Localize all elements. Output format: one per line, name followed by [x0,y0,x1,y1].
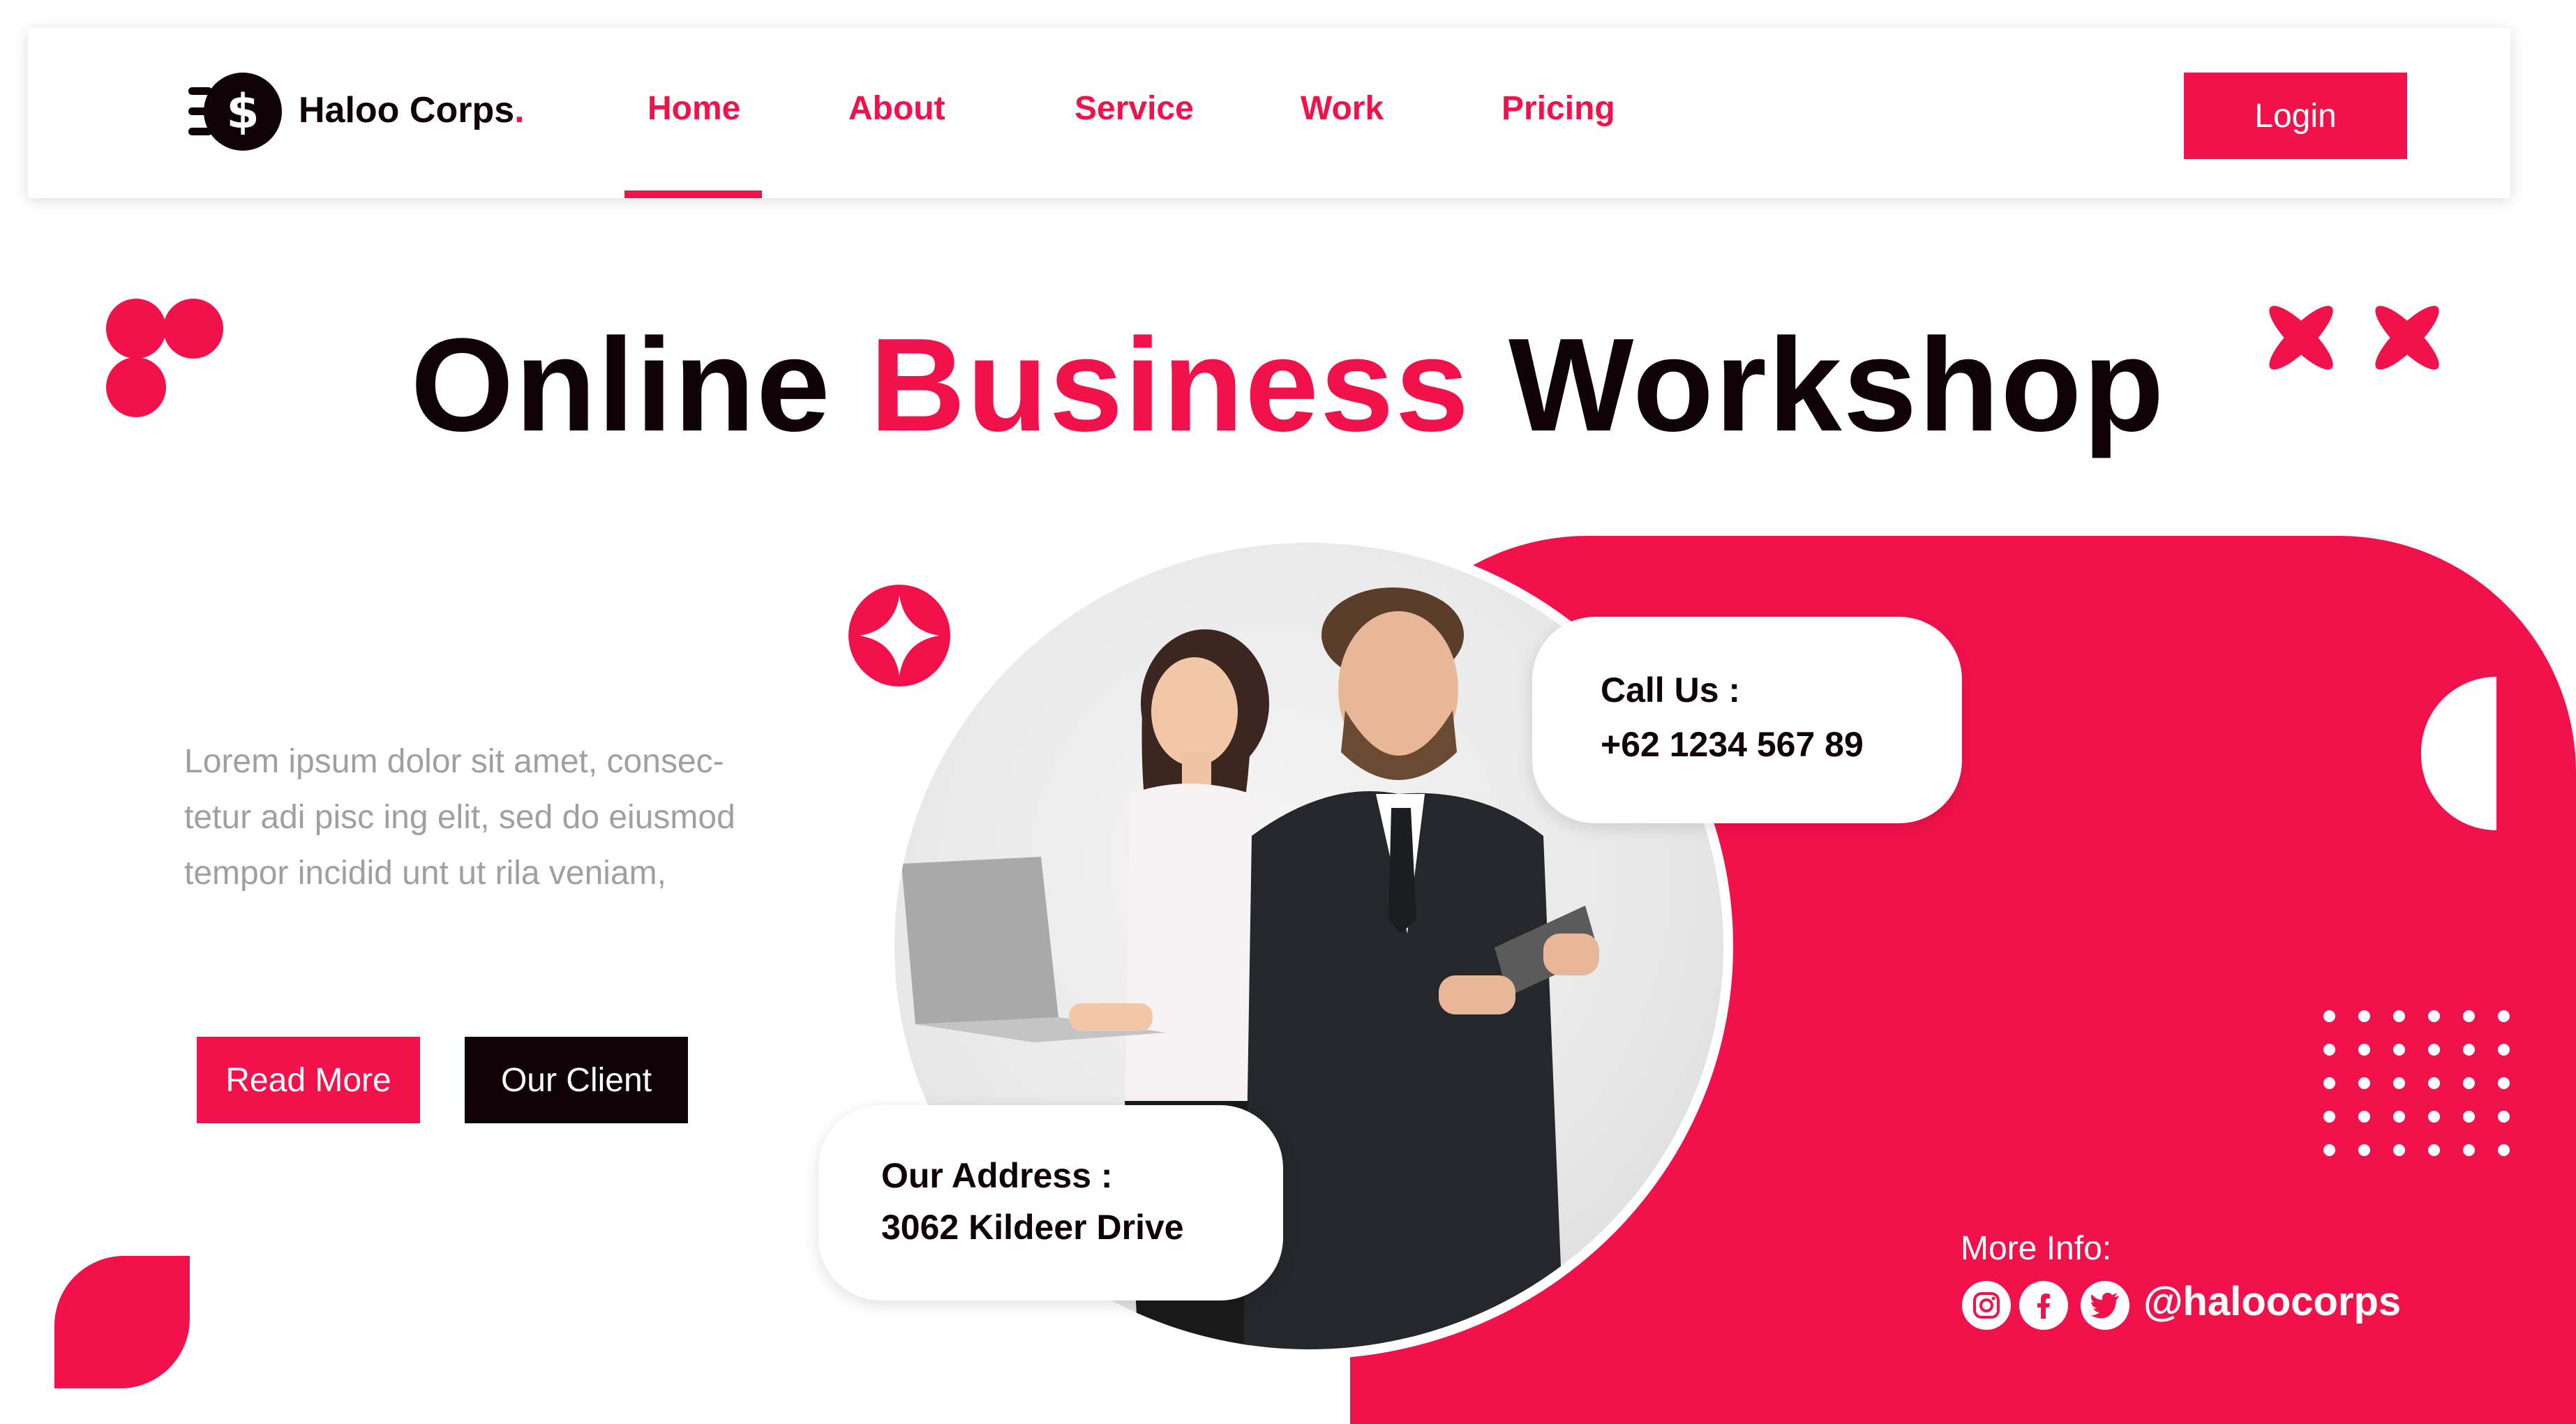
leaf-decor [54,1256,190,1388]
hero-description-line: tetur adi pisc ing elit, sed do eiusmod [184,799,735,836]
nav-link-home[interactable]: Home [647,89,740,128]
brand-dot: . [514,90,525,130]
twitter-icon[interactable] [2081,1281,2129,1330]
address-card: Our Address : 3062 Kildeer Drive [818,1105,1283,1301]
hero-title-part1: Online [410,311,832,459]
facebook-icon[interactable] [2019,1281,2068,1330]
hero-title-part2: Workshop [1508,311,2166,459]
hero-description-line: tempor incidid unt ut rila veniam, [184,855,666,892]
active-nav-indicator [624,190,762,198]
hero-description: Lorem ipsum dolor sit amet, consec- tetu… [184,734,854,901]
call-us-title: Call Us : [1601,670,1741,710]
nav-link-work[interactable]: Work [1301,89,1384,128]
hero-title: Online Business Workshop [0,313,2576,458]
dot-grid-decor [2323,1010,2533,1178]
brand-name[interactable]: Haloo Corps. [299,89,525,131]
read-more-button[interactable]: Read More [197,1037,420,1123]
hero-description-line: Lorem ipsum dolor sit amet, consec- [184,743,724,780]
address-value: 3062 Kildeer Drive [881,1208,1184,1247]
dollar-coin-icon[interactable]: $ [188,72,282,151]
social-handle[interactable]: @haloocorps [2143,1278,2401,1325]
login-button[interactable]: Login [2184,73,2407,159]
more-info-label: More Info: [1961,1230,2112,1267]
our-client-button[interactable]: Our Client [465,1037,688,1123]
address-title: Our Address : [881,1156,1113,1195]
sparkle-star-icon [848,585,950,687]
svg-text:$: $ [226,84,259,140]
call-us-phone[interactable]: +62 1234 567 89 [1601,724,1864,765]
nav-link-about[interactable]: About [848,89,945,128]
instagram-icon[interactable] [1962,1281,2011,1330]
nav-link-pricing[interactable]: Pricing [1502,89,1615,128]
hero-title-accent: Business [869,311,1471,459]
brand-text: Haloo Corps [299,90,515,130]
nav-link-service[interactable]: Service [1074,89,1194,128]
call-us-card: Call Us : +62 1234 567 89 [1532,617,1962,823]
